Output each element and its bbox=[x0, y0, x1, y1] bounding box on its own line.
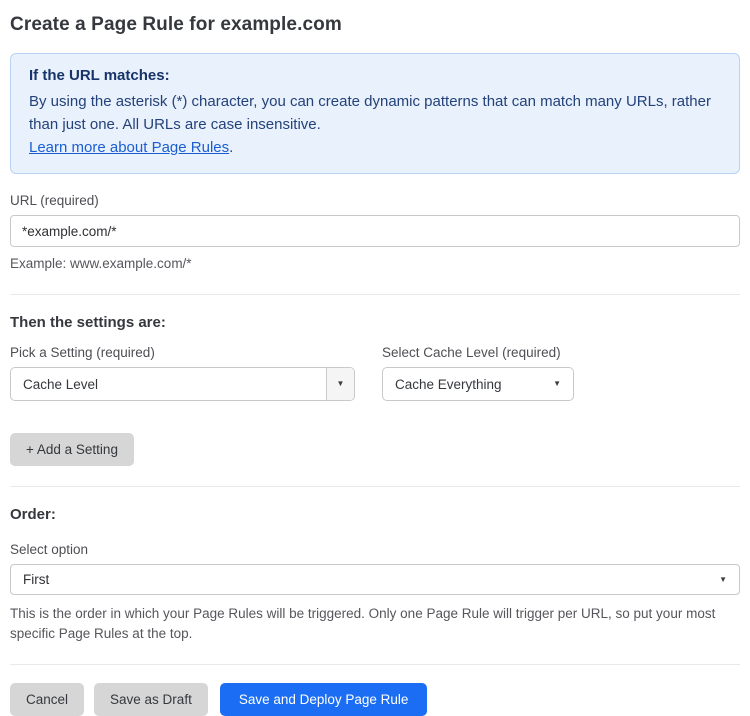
save-and-deploy-button[interactable]: Save and Deploy Page Rule bbox=[219, 683, 428, 716]
url-field-label: URL (required) bbox=[10, 193, 99, 208]
cancel-button[interactable]: Cancel bbox=[10, 683, 85, 716]
chevron-down-icon: ▼ bbox=[553, 379, 561, 388]
cache-level-select[interactable]: Cache Everything ▼ bbox=[382, 367, 574, 401]
pick-setting-selected-value: Cache Level bbox=[11, 368, 327, 400]
cache-level-column: Select Cache Level (required) Cache Ever… bbox=[382, 345, 574, 401]
info-link-line: Learn more about Page Rules. bbox=[29, 136, 721, 159]
pick-setting-label: Pick a Setting (required) bbox=[10, 345, 155, 360]
chevron-down-icon: ▼ bbox=[719, 574, 727, 584]
info-link-suffix: . bbox=[229, 139, 234, 156]
url-input[interactable] bbox=[10, 215, 740, 247]
form-actions: Cancel Save as Draft Save and Deploy Pag… bbox=[10, 683, 740, 716]
url-field-helper: Example: www.example.com/* bbox=[10, 256, 192, 271]
add-setting-button[interactable]: + Add a Setting bbox=[10, 433, 134, 466]
divider bbox=[10, 294, 740, 295]
pick-setting-dropdown-button[interactable]: ▼ bbox=[327, 368, 354, 400]
page-title: Create a Page Rule for example.com bbox=[10, 14, 342, 35]
create-page-rule-form: Create a Page Rule for example.com If th… bbox=[0, 0, 750, 716]
settings-section-heading: Then the settings are: bbox=[10, 314, 166, 331]
chevron-down-icon: ▼ bbox=[336, 379, 345, 388]
order-select[interactable]: First ▼ bbox=[10, 564, 740, 595]
order-section-heading: Order: bbox=[10, 506, 56, 523]
order-selected-value: First bbox=[23, 572, 50, 587]
divider bbox=[10, 486, 740, 487]
save-as-draft-button[interactable]: Save as Draft bbox=[94, 683, 208, 716]
order-select-label: Select option bbox=[10, 542, 89, 557]
info-box-heading: If the URL matches: bbox=[29, 67, 170, 84]
settings-row: Pick a Setting (required) Cache Level ▼ … bbox=[10, 345, 740, 401]
divider bbox=[10, 664, 740, 665]
pick-setting-select[interactable]: Cache Level ▼ bbox=[10, 367, 355, 401]
url-match-info-box: If the URL matches: By using the asteris… bbox=[10, 53, 740, 174]
add-setting-wrap: + Add a Setting bbox=[10, 433, 740, 466]
pick-setting-column: Pick a Setting (required) Cache Level ▼ bbox=[10, 345, 355, 401]
cache-level-label: Select Cache Level (required) bbox=[382, 345, 561, 360]
cache-level-selected-value: Cache Everything bbox=[395, 376, 502, 392]
info-box-body: By using the asterisk (*) character, you… bbox=[29, 93, 711, 133]
learn-more-page-rules-link[interactable]: Learn more about Page Rules bbox=[29, 139, 229, 156]
order-helper-text: This is the order in which your Page Rul… bbox=[10, 606, 716, 641]
